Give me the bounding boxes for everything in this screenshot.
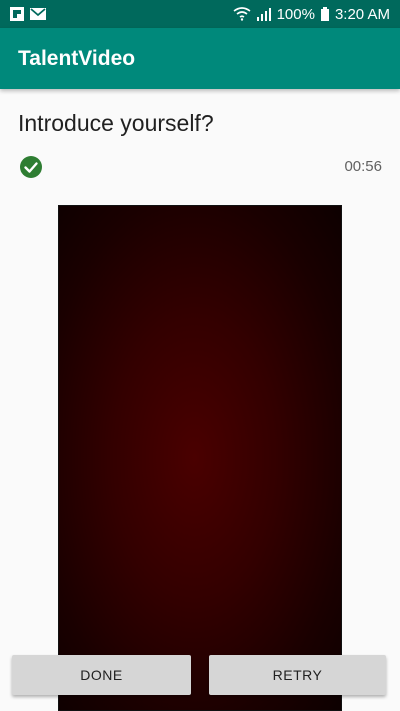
done-button[interactable]: DONE xyxy=(12,655,191,695)
app-title: TalentVideo xyxy=(18,46,136,70)
question-title: Introduce yourself? xyxy=(18,110,214,136)
battery-percent: 100% xyxy=(276,5,315,23)
status-right: 100% 3:20 AM xyxy=(233,6,390,23)
app-bar: TalentVideo xyxy=(0,28,400,89)
signal-icon xyxy=(256,8,271,21)
battery-icon xyxy=(320,7,329,21)
wifi-icon xyxy=(233,7,251,21)
clock: 3:20 AM xyxy=(334,5,390,23)
flipboard-icon xyxy=(10,7,24,21)
recording-timer: 00:56 xyxy=(344,158,382,175)
video-preview[interactable] xyxy=(58,205,342,711)
gmail-icon xyxy=(30,8,46,20)
retry-button[interactable]: RETRY xyxy=(209,655,386,695)
status-bar: 100% 3:20 AM xyxy=(0,0,400,28)
status-left xyxy=(10,7,46,21)
check-circle-icon xyxy=(20,156,42,178)
